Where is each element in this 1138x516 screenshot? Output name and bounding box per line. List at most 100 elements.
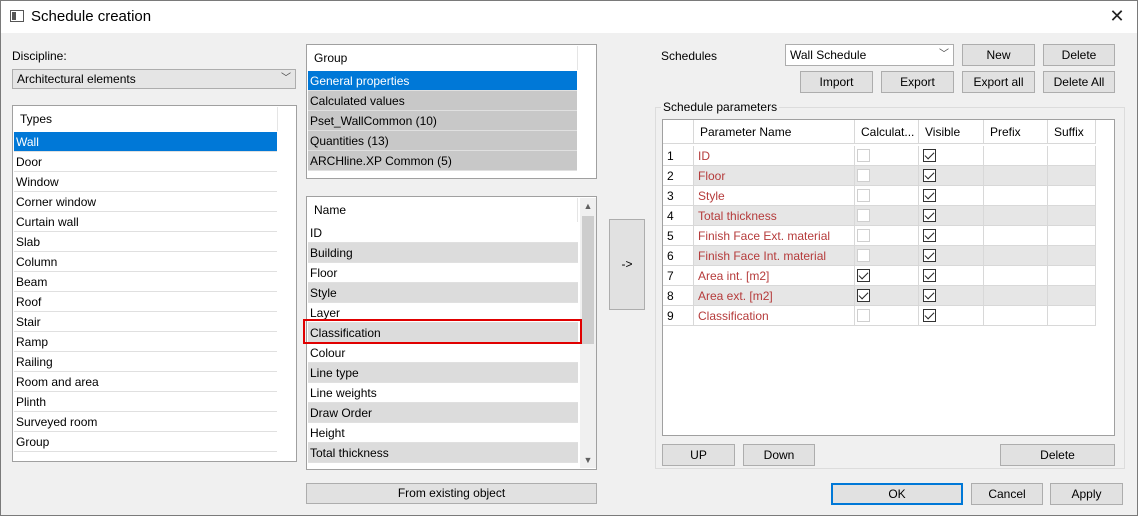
parameter-name-cell[interactable]: Area int. [m2]	[694, 266, 855, 286]
export-all-button[interactable]: Export all	[962, 71, 1035, 93]
scroll-thumb[interactable]	[582, 216, 594, 344]
calculated-cell[interactable]	[855, 266, 919, 286]
row-number[interactable]: 8	[663, 286, 694, 306]
close-icon[interactable]: ✕	[1105, 5, 1129, 29]
visible-checkbox[interactable]	[923, 249, 936, 262]
new-schedule-button[interactable]: New	[962, 44, 1035, 66]
types-list-item[interactable]: Slab	[14, 232, 277, 252]
parameter-name-cell[interactable]: Floor	[694, 166, 855, 186]
name-list-item[interactable]: ID	[308, 223, 578, 243]
prefix-cell[interactable]	[984, 226, 1048, 246]
calculated-cell[interactable]	[855, 286, 919, 306]
export-button[interactable]: Export	[881, 71, 954, 93]
up-button[interactable]: UP	[662, 444, 735, 466]
parameter-name-cell[interactable]: Total thickness	[694, 206, 855, 226]
visible-cell[interactable]	[919, 306, 984, 326]
types-list-item[interactable]: Curtain wall	[14, 212, 277, 232]
visible-cell[interactable]	[919, 246, 984, 266]
name-list-item[interactable]: Line type	[308, 363, 578, 383]
calculated-checkbox[interactable]	[857, 149, 870, 162]
ok-button[interactable]: OK	[831, 483, 963, 505]
group-list-item[interactable]: ARCHline.XP Common (5)	[308, 151, 577, 171]
parameter-name-cell[interactable]: Area ext. [m2]	[694, 286, 855, 306]
scroll-down-arrow-icon[interactable]: ▼	[580, 452, 596, 468]
visible-checkbox[interactable]	[923, 169, 936, 182]
types-list-item[interactable]: Column	[14, 252, 277, 272]
prefix-cell[interactable]	[984, 286, 1048, 306]
row-number[interactable]: 4	[663, 206, 694, 226]
calculated-checkbox[interactable]	[857, 249, 870, 262]
calculated-checkbox[interactable]	[857, 209, 870, 222]
schedules-dropdown[interactable]: Wall Schedule ﹀	[785, 44, 954, 66]
calculated-checkbox[interactable]	[857, 169, 870, 182]
suffix-cell[interactable]	[1048, 166, 1096, 186]
types-list-item[interactable]: Room and area	[14, 372, 277, 392]
calculated-checkbox[interactable]	[857, 189, 870, 202]
row-number[interactable]: 9	[663, 306, 694, 326]
visible-cell[interactable]	[919, 266, 984, 286]
prefix-cell[interactable]	[984, 146, 1048, 166]
parameter-name-cell[interactable]: ID	[694, 146, 855, 166]
prefix-cell[interactable]	[984, 186, 1048, 206]
scroll-up-arrow-icon[interactable]: ▲	[580, 198, 596, 214]
group-list-item[interactable]: Quantities (13)	[308, 131, 577, 151]
prefix-cell[interactable]	[984, 266, 1048, 286]
prefix-cell[interactable]	[984, 166, 1048, 186]
visible-checkbox[interactable]	[923, 309, 936, 322]
parameter-name-cell[interactable]: Finish Face Int. material	[694, 246, 855, 266]
cancel-button[interactable]: Cancel	[971, 483, 1043, 505]
column-header[interactable]: Suffix	[1048, 120, 1096, 144]
calculated-checkbox[interactable]	[857, 269, 870, 282]
name-list-item[interactable]: Line weights	[308, 383, 578, 403]
visible-checkbox[interactable]	[923, 189, 936, 202]
name-list-item[interactable]: Height	[308, 423, 578, 443]
calculated-cell[interactable]	[855, 166, 919, 186]
delete-all-button[interactable]: Delete All	[1043, 71, 1115, 93]
calculated-cell[interactable]	[855, 226, 919, 246]
types-list-item[interactable]: Group	[14, 432, 277, 452]
visible-checkbox[interactable]	[923, 229, 936, 242]
parameter-name-cell[interactable]: Classification	[694, 306, 855, 326]
suffix-cell[interactable]	[1048, 146, 1096, 166]
visible-cell[interactable]	[919, 186, 984, 206]
prefix-cell[interactable]	[984, 306, 1048, 326]
delete-parameter-button[interactable]: Delete	[1000, 444, 1115, 466]
down-button[interactable]: Down	[743, 444, 815, 466]
name-list-item[interactable]: Style	[308, 283, 578, 303]
types-list-item[interactable]: Roof	[14, 292, 277, 312]
types-list-item[interactable]: Window	[14, 172, 277, 192]
from-existing-object-button[interactable]: From existing object	[306, 483, 597, 504]
name-list-item[interactable]: Floor	[308, 263, 578, 283]
types-list-item[interactable]: Ramp	[14, 332, 277, 352]
suffix-cell[interactable]	[1048, 306, 1096, 326]
row-number[interactable]: 1	[663, 146, 694, 166]
types-list-item[interactable]: Wall	[14, 132, 277, 152]
name-list-item[interactable]: Building	[308, 243, 578, 263]
visible-cell[interactable]	[919, 226, 984, 246]
row-number[interactable]: 3	[663, 186, 694, 206]
types-list-item[interactable]: Surveyed room	[14, 412, 277, 432]
types-list[interactable]: Types Wall Door Window Corner window Curtain…	[12, 105, 297, 462]
suffix-cell[interactable]	[1048, 286, 1096, 306]
calculated-cell[interactable]	[855, 146, 919, 166]
add-parameter-button[interactable]: ->	[609, 219, 645, 310]
calculated-cell[interactable]	[855, 306, 919, 326]
visible-cell[interactable]	[919, 166, 984, 186]
visible-checkbox[interactable]	[923, 209, 936, 222]
column-header[interactable]: Visible	[919, 120, 984, 144]
group-list-item[interactable]: Pset_WallCommon (10)	[308, 111, 577, 131]
types-list-item[interactable]: Beam	[14, 272, 277, 292]
types-list-item[interactable]: Stair	[14, 312, 277, 332]
visible-checkbox[interactable]	[923, 269, 936, 282]
name-list-item[interactable]: Total thickness	[308, 443, 578, 463]
row-number[interactable]: 7	[663, 266, 694, 286]
import-button[interactable]: Import	[800, 71, 873, 93]
parameter-name-cell[interactable]: Style	[694, 186, 855, 206]
suffix-cell[interactable]	[1048, 206, 1096, 226]
calculated-cell[interactable]	[855, 186, 919, 206]
types-list-item[interactable]: Plinth	[14, 392, 277, 412]
name-list-item[interactable]: Draw Order	[308, 403, 578, 423]
prefix-cell[interactable]	[984, 246, 1048, 266]
delete-schedule-button[interactable]: Delete	[1043, 44, 1115, 66]
visible-checkbox[interactable]	[923, 149, 936, 162]
